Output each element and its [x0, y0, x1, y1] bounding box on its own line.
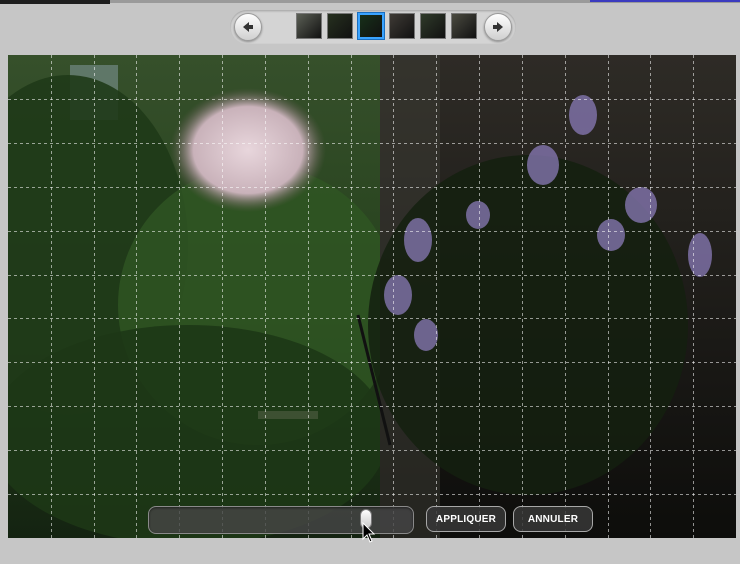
- arrow-left-icon: [243, 22, 253, 32]
- filmstrip-thumbnail[interactable]: [327, 13, 353, 39]
- filmstrip-thumbnail[interactable]: [296, 13, 322, 39]
- mouse-pointer-icon: [362, 522, 376, 543]
- filmstrip-thumbnail[interactable]: [420, 13, 446, 39]
- cancel-button[interactable]: ANNULER: [513, 506, 593, 532]
- filmstrip-thumbnail[interactable]: [389, 13, 415, 39]
- composition-grid: [8, 55, 736, 538]
- photo-preview: [8, 55, 736, 538]
- filmstrip-thumbnail[interactable]: [451, 13, 477, 39]
- next-button[interactable]: [484, 13, 512, 41]
- arrow-right-icon: [493, 22, 503, 32]
- filmstrip-thumbnail[interactable]: [358, 13, 384, 39]
- apply-button[interactable]: APPLIQUER: [426, 506, 506, 532]
- window-top-edge: [0, 0, 740, 4]
- window-accent-line: [590, 0, 740, 2]
- filmstrip: [230, 10, 516, 44]
- previous-button[interactable]: [234, 13, 262, 41]
- menu-fragment: [0, 0, 110, 4]
